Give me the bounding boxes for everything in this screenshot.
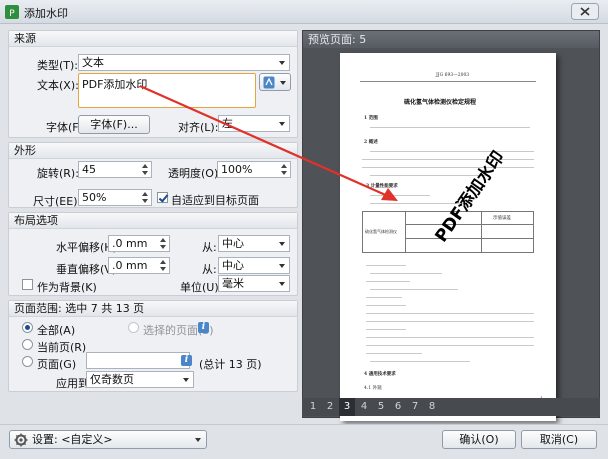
preview-header: 预览页面: 5 <box>303 31 599 48</box>
page-tab-3[interactable]: 3 <box>339 398 355 416</box>
current-page-label: 当前页(R) <box>37 341 87 354</box>
unit-select[interactable]: 毫米 <box>218 275 290 292</box>
v-from-label: 从: <box>202 263 217 276</box>
chevron-down-icon <box>280 81 286 85</box>
doc-section-41: 4.1 外观 <box>364 386 382 391</box>
type-select[interactable]: 文本 <box>78 54 290 71</box>
opacity-label: 透明度(O): <box>168 167 222 180</box>
page-range-header: 页面范围: 选中 7 共 13 页 <box>9 301 297 317</box>
page-navigator: 12345678 <box>302 398 600 416</box>
spinner-arrows-icon[interactable] <box>140 163 150 176</box>
insert-field-icon <box>263 76 275 89</box>
spinner-arrows-icon[interactable] <box>140 191 150 204</box>
total-pages-label: (总计 13 页) <box>199 358 262 371</box>
doc-code: JJG 693—2003 <box>436 73 470 78</box>
cancel-button[interactable]: 取消(C) <box>521 430 597 449</box>
spinner-arrows-icon[interactable] <box>279 163 289 176</box>
doc-section-3: 3 计量性能要求 <box>366 184 398 189</box>
page-tab-6[interactable]: 6 <box>390 398 406 416</box>
fit-page-label: 自适应到目标页面 <box>171 194 259 207</box>
page-tab-5[interactable]: 5 <box>373 398 389 416</box>
size-value: 50% <box>82 191 107 204</box>
page-tab-7[interactable]: 7 <box>407 398 423 416</box>
type-select-value: 文本 <box>82 56 104 69</box>
chevron-down-icon <box>195 438 201 442</box>
doc-table-header: 示值误差 <box>493 216 511 221</box>
page-tab-1[interactable]: 1 <box>305 398 321 416</box>
align-label: 对齐(L): <box>178 121 219 134</box>
all-pages-label: 全部(A) <box>37 324 76 337</box>
as-background-label: 作为背景(K) <box>37 281 97 294</box>
close-icon[interactable] <box>571 3 599 20</box>
rotation-value: 45 <box>82 163 96 176</box>
title-bar: P 添加水印 <box>0 0 608 24</box>
settings-dropdown[interactable]: 设置: <自定义> <box>9 430 207 449</box>
doc-section-2: 2 概述 <box>364 140 378 145</box>
h-from-label: 从: <box>202 241 217 254</box>
text-label: 文本(X): <box>37 79 79 92</box>
page-tab-4[interactable]: 4 <box>356 398 372 416</box>
info-icon[interactable]: i <box>181 355 192 366</box>
v-offset-spinner[interactable]: .0 mm <box>108 257 170 274</box>
info-icon[interactable]: i <box>198 322 209 333</box>
ok-button[interactable]: 确认(O) <box>442 430 516 449</box>
size-label: 尺寸(EE): <box>33 195 82 208</box>
doc-section-4: 4 通用技术要求 <box>364 372 396 377</box>
align-select[interactable]: 左 <box>218 115 290 132</box>
spinner-arrows-icon[interactable] <box>158 237 168 250</box>
apply-to-value: 仅奇数页 <box>90 373 134 386</box>
preview-panel: 预览页面: 5 JJG 693—2003 硫化氢气体检测仪检定规程 1 范围 2… <box>302 30 600 421</box>
h-from-value: 中心 <box>222 237 244 250</box>
h-from-select[interactable]: 中心 <box>218 235 290 252</box>
text-insert-button[interactable] <box>259 73 291 91</box>
current-page-radio[interactable] <box>22 339 33 350</box>
unit-label: 单位(U): <box>180 281 223 294</box>
all-pages-radio[interactable] <box>22 322 33 333</box>
appearance-header: 外形 <box>9 143 297 159</box>
preview-page: JJG 693—2003 硫化氢气体检测仪检定规程 1 范围 2 概述 3 计量… <box>340 53 556 421</box>
v-offset-value: .0 mm <box>112 259 148 272</box>
page-tab-2[interactable]: 2 <box>322 398 338 416</box>
selected-pages-radio[interactable] <box>128 322 139 333</box>
h-offset-value: .0 mm <box>112 237 148 250</box>
size-spinner[interactable]: 50% <box>78 189 152 206</box>
as-background-checkbox[interactable] <box>22 279 33 290</box>
align-select-value: 左 <box>222 117 233 130</box>
pages-radio[interactable] <box>22 356 33 367</box>
spinner-arrows-icon[interactable] <box>158 259 168 272</box>
fit-page-checkbox[interactable] <box>157 192 168 203</box>
gear-icon <box>14 433 28 447</box>
opacity-value: 100% <box>221 163 253 176</box>
h-offset-spinner[interactable]: .0 mm <box>108 235 170 252</box>
doc-title: 硫化氢气体检测仪检定规程 <box>404 99 477 106</box>
pages-input[interactable] <box>86 352 190 369</box>
font-button[interactable]: 字体(F)... <box>78 115 150 134</box>
watermark-text-input[interactable]: PDF添加水印 <box>78 73 256 108</box>
pages-label: 页面(G) <box>37 358 77 371</box>
v-from-value: 中心 <box>222 259 244 272</box>
opacity-spinner[interactable]: 100% <box>217 161 291 178</box>
type-label: 类型(T): <box>37 59 79 72</box>
settings-value: 设置: <自定义> <box>32 433 113 446</box>
rotation-label: 旋转(R): <box>37 167 79 180</box>
svg-text:P: P <box>9 9 15 19</box>
rotation-spinner[interactable]: 45 <box>78 161 152 178</box>
window-title: 添加水印 <box>24 7 68 20</box>
doc-section-1: 1 范围 <box>364 116 378 121</box>
v-from-select[interactable]: 中心 <box>218 257 290 274</box>
source-header: 来源 <box>9 31 297 47</box>
layout-header: 布局选项 <box>9 213 297 229</box>
apply-to-select[interactable]: 仅奇数页 <box>86 371 194 388</box>
app-icon: P <box>5 5 19 19</box>
unit-value: 毫米 <box>222 277 244 290</box>
page-tab-8[interactable]: 8 <box>424 398 440 416</box>
doc-table-row: 硫化氢气体检测仪 <box>365 229 397 234</box>
